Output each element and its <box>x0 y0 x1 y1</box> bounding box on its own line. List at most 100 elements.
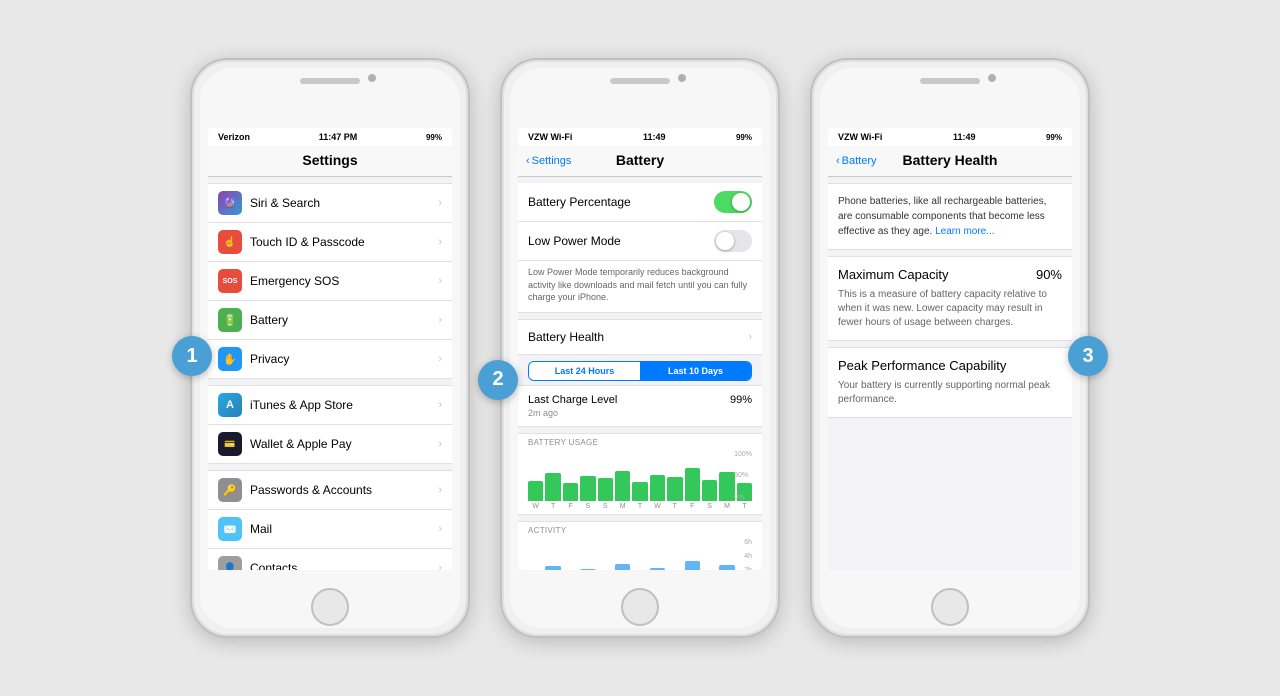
toggle-knob <box>732 193 750 211</box>
phone3-status-bar: VZW Wi-Fi 11:49 99% <box>828 128 1072 146</box>
phone2-back[interactable]: ‹ Settings <box>526 155 571 167</box>
battery-percentage-row[interactable]: Battery Percentage <box>518 183 762 222</box>
activity-bars: 6h 4h 2h 0h <box>528 539 752 570</box>
phone3-title: Battery Health <box>903 152 998 168</box>
touchid-row[interactable]: ☝ Touch ID & Passcode › <box>208 223 452 262</box>
last-charge-value: 99% <box>730 394 752 406</box>
mail-icon: ✉️ <box>218 517 242 541</box>
phone1-battery-status: 99% <box>426 133 442 142</box>
appstore-label: iTunes & App Store <box>250 398 438 412</box>
activity-bar-7 <box>650 568 665 570</box>
toggle-knob2 <box>716 232 734 250</box>
battery-health-row[interactable]: Battery Health › <box>518 319 762 355</box>
phone3: VZW Wi-Fi 11:49 99% ‹ Battery Battery He… <box>810 58 1090 638</box>
phone3-home-button[interactable] <box>931 588 969 626</box>
battery-percentage-toggle[interactable] <box>714 191 752 213</box>
phone3-wrapper: VZW Wi-Fi 11:49 99% ‹ Battery Battery He… <box>810 58 1090 638</box>
phone2: VZW Wi-Fi 11:49 99% ‹ Settings Battery <box>500 58 780 638</box>
phone2-nav: ‹ Settings Battery <box>518 146 762 177</box>
sos-icon: SOS <box>218 269 242 293</box>
battery-bar-7 <box>650 475 665 501</box>
back-chevron-icon3: ‹ <box>836 155 840 167</box>
phone2-screen: VZW Wi-Fi 11:49 99% ‹ Settings Battery <box>518 128 762 570</box>
activity-bar-1 <box>545 566 560 570</box>
privacy-icon: ✋ <box>218 347 242 371</box>
phone2-battery: 99% <box>736 133 752 142</box>
learn-more-link[interactable]: Learn more... <box>935 226 994 237</box>
back-chevron-icon: ‹ <box>526 155 530 167</box>
phone2-speaker <box>610 78 670 84</box>
battery-health-label: Battery Health <box>528 330 748 344</box>
low-power-row[interactable]: Low Power Mode <box>518 222 762 261</box>
privacy-row[interactable]: ✋ Privacy › <box>208 340 452 379</box>
siri-icon: 🔮 <box>218 191 242 215</box>
capacity-desc: This is a measure of battery capacity re… <box>838 288 1062 330</box>
battery-bar-11 <box>719 472 734 501</box>
wallet-row[interactable]: 💳 Wallet & Apple Pay › <box>208 425 452 464</box>
passwords-row[interactable]: 🔑 Passwords & Accounts › <box>208 470 452 510</box>
battery-bar-6 <box>632 482 647 501</box>
phone1-section1: 🔮 Siri & Search › ☝ Touch ID & Passcode … <box>208 183 452 379</box>
chart-days-battery: WTFSSMTWTFSMT <box>528 503 752 510</box>
tab-10d[interactable]: Last 10 Days <box>640 362 751 380</box>
badge-2: 2 <box>478 360 518 400</box>
tab-24h[interactable]: Last 24 Hours <box>529 362 640 380</box>
phone3-battery: 99% <box>1046 133 1062 142</box>
max-capacity-value: 90% <box>1036 267 1062 282</box>
battery-bar-0 <box>528 481 543 501</box>
wallet-label: Wallet & Apple Pay <box>250 437 438 451</box>
peak-desc: Your battery is currently supporting nor… <box>838 379 1062 407</box>
phone1-speaker <box>300 78 360 84</box>
sos-row[interactable]: SOS Emergency SOS › <box>208 262 452 301</box>
phone2-time: 11:49 <box>643 132 666 142</box>
battery-bar-9 <box>685 468 700 501</box>
battery-bar-4 <box>598 478 613 501</box>
battery-label: Battery <box>250 313 438 327</box>
siri-row[interactable]: 🔮 Siri & Search › <box>208 183 452 223</box>
low-power-label: Low Power Mode <box>528 234 714 248</box>
phone3-speaker <box>920 78 980 84</box>
phone3-time: 11:49 <box>953 132 976 142</box>
passwords-icon: 🔑 <box>218 478 242 502</box>
activity-bar-5 <box>615 564 630 570</box>
scene: Verizon 11:47 PM 99% Settings <box>170 38 1110 658</box>
contacts-label: Contacts <box>250 561 438 570</box>
phone3-screen: VZW Wi-Fi 11:49 99% ‹ Battery Battery He… <box>828 128 1072 570</box>
battery-bar-5 <box>615 471 630 501</box>
phone1-time: 11:47 PM <box>319 132 358 142</box>
appstore-row[interactable]: A iTunes & App Store › <box>208 385 452 425</box>
phone2-carrier: VZW Wi-Fi <box>528 132 572 142</box>
battery-bar-8 <box>667 477 682 501</box>
phone1-screen: Verizon 11:47 PM 99% Settings <box>208 128 452 570</box>
charge-level-section: Last Charge Level 99% 2m ago <box>518 385 762 427</box>
peak-section: Peak Performance Capability Your battery… <box>828 347 1072 418</box>
privacy-label: Privacy <box>250 352 438 366</box>
battery-bars: 100% 50% 0% <box>528 451 752 501</box>
contacts-icon: 👤 <box>218 556 242 570</box>
low-power-toggle[interactable] <box>714 230 752 252</box>
sos-label: Emergency SOS <box>250 274 438 288</box>
last-charge-label: Last Charge Level <box>528 394 617 406</box>
mail-label: Mail <box>250 522 438 536</box>
activity-bar-11 <box>719 565 734 570</box>
battery-bar-2 <box>563 483 578 501</box>
phone2-status-bar: VZW Wi-Fi 11:49 99% <box>518 128 762 146</box>
contacts-row[interactable]: 👤 Contacts › <box>208 549 452 570</box>
battery-row[interactable]: 🔋 Battery › <box>208 301 452 340</box>
capacity-section: Maximum Capacity 90% This is a measure o… <box>828 256 1072 341</box>
phone1-home-button[interactable] <box>311 588 349 626</box>
battery-icon: 🔋 <box>218 308 242 332</box>
mail-row[interactable]: ✉️ Mail › <box>208 510 452 549</box>
appstore-icon: A <box>218 393 242 417</box>
phone1-inner: Verizon 11:47 PM 99% Settings <box>200 68 460 628</box>
phone2-home-button[interactable] <box>621 588 659 626</box>
phone1-carrier: Verizon <box>218 132 250 142</box>
phone3-camera <box>988 74 996 82</box>
activity-bar-9 <box>685 561 700 570</box>
phone1: Verizon 11:47 PM 99% Settings <box>190 58 470 638</box>
battery-bar-12 <box>737 483 752 501</box>
phone3-inner: VZW Wi-Fi 11:49 99% ‹ Battery Battery He… <box>820 68 1080 628</box>
activity-bar-3 <box>580 569 595 570</box>
phone3-back[interactable]: ‹ Battery <box>836 155 877 167</box>
battery-usage-chart: BATTERY USAGE 100% 50% 0% WTFSSMTWTFSMT <box>518 433 762 515</box>
